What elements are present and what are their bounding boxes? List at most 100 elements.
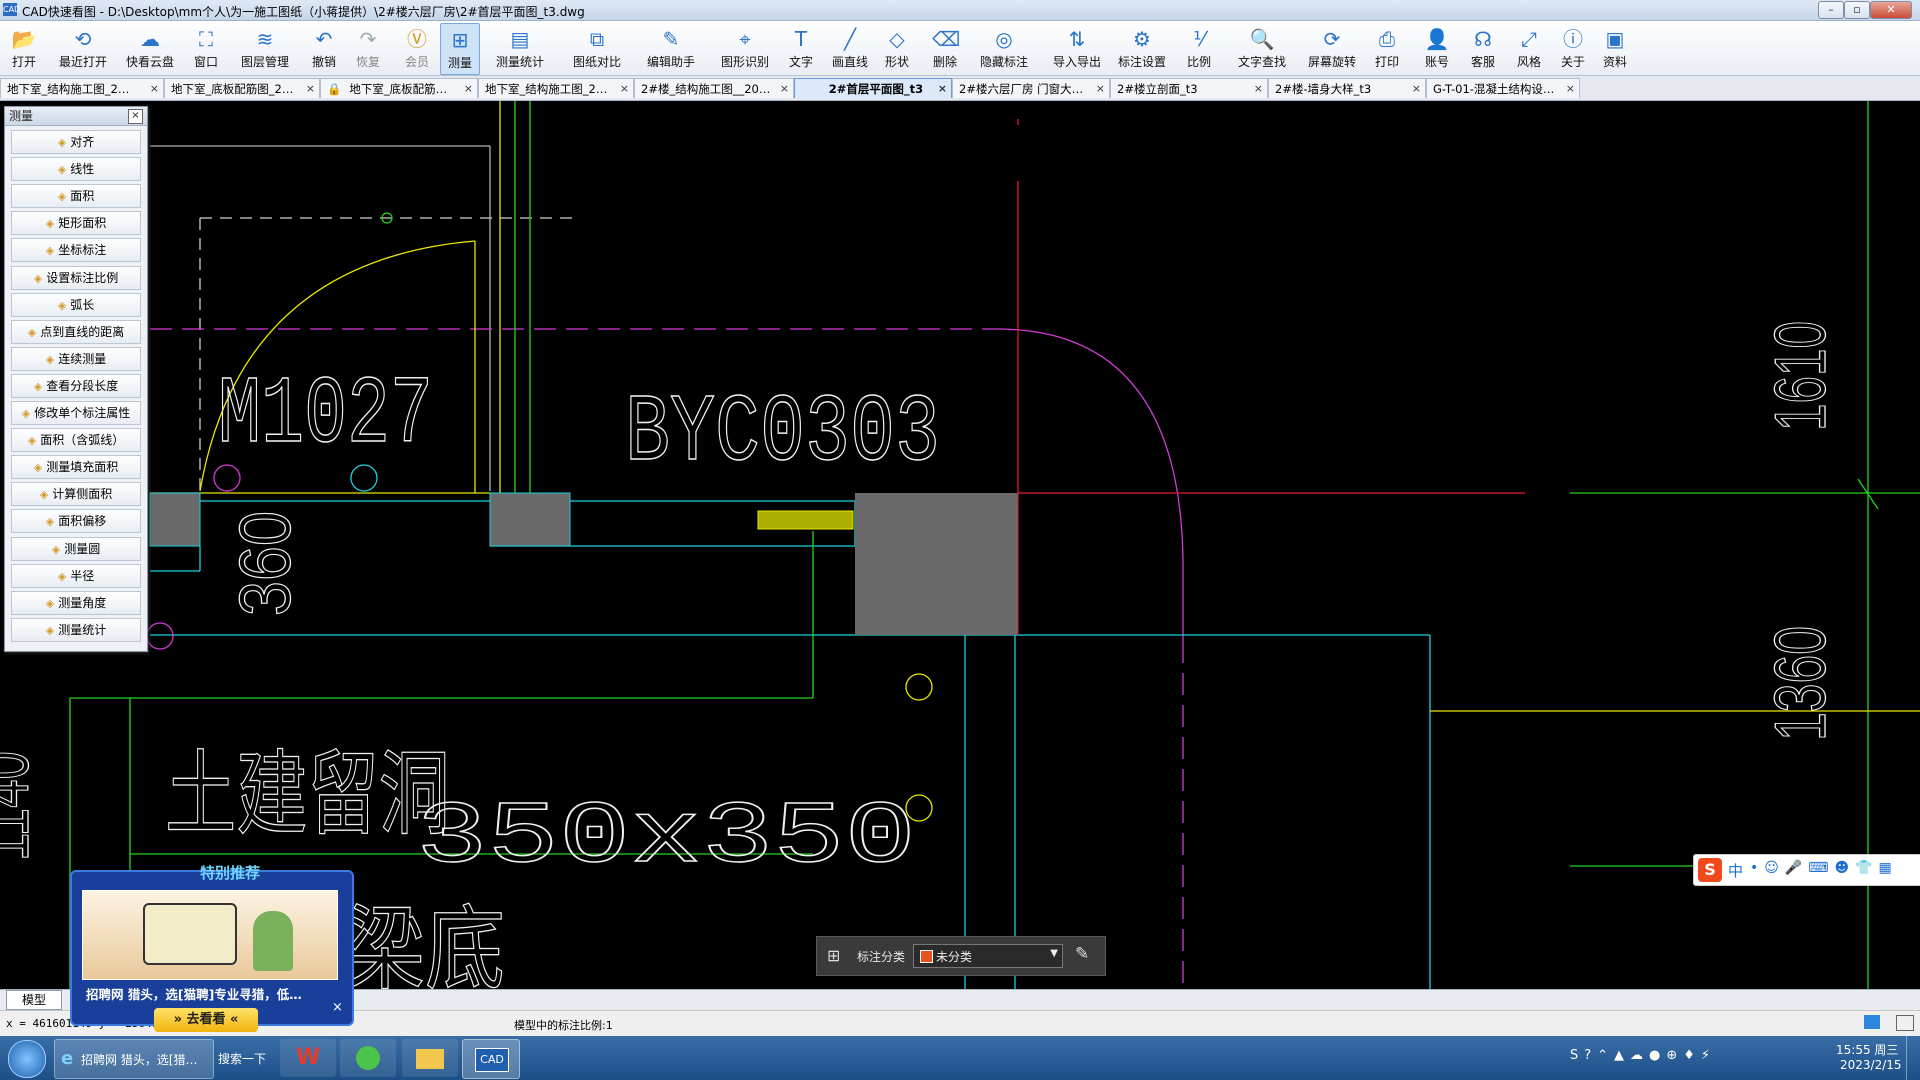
- toolbar-button-8[interactable]: ⊞ 测量: [440, 23, 480, 75]
- tab-6[interactable]: 2#楼六层厂房 门窗大… ×: [952, 78, 1110, 98]
- measure-item-4[interactable]: ◈ 坐标标注: [11, 238, 141, 263]
- tab-close-icon[interactable]: ×: [1096, 79, 1105, 98]
- toolbar-button-14[interactable]: ╱ 画直线: [828, 23, 872, 73]
- measure-item-9[interactable]: ◈ 查看分段长度: [11, 373, 141, 398]
- tab-close-icon[interactable]: ×: [306, 79, 315, 98]
- toolbar-button-20[interactable]: ⅟ 比例: [1182, 23, 1216, 73]
- tab-close-icon[interactable]: ×: [1566, 79, 1575, 98]
- toolbar-button-5[interactable]: ↶ 撤销: [308, 23, 340, 73]
- toolbar-button-16[interactable]: ⌫ 删除: [926, 23, 964, 73]
- ime-toolbar[interactable]: S 中 •☺🎤⌨☻👕▦: [1693, 854, 1920, 886]
- measure-item-15[interactable]: ◈ 测量圆: [11, 536, 141, 561]
- measure-item-3[interactable]: ◈ 矩形面积: [11, 211, 141, 236]
- clock-date[interactable]: 2023/2/15: [1840, 1058, 1902, 1072]
- tab-3[interactable]: 地下室_结构施工图_2… ×: [478, 78, 634, 98]
- ad-popup[interactable]: 特别推荐 招聘网 猎头，选[猫聘]专业寻猎，低… » 去看看 « ×: [70, 862, 354, 1040]
- explorer-folder-icon[interactable]: [402, 1039, 458, 1077]
- toolbar-button-21[interactable]: 🔍 文字查找: [1230, 23, 1294, 73]
- status-icon-2[interactable]: [1896, 1015, 1914, 1031]
- maximize-button[interactable]: ▫: [1844, 1, 1870, 19]
- measure-item-2[interactable]: ◈ 面积: [11, 184, 141, 209]
- close-window-button[interactable]: ✕: [1870, 1, 1912, 19]
- minimize-button[interactable]: –: [1818, 1, 1844, 19]
- toolbar-button-26[interactable]: ⤢ 风格: [1512, 23, 1546, 73]
- tab-close-icon[interactable]: ×: [1412, 79, 1421, 98]
- tab-close-icon[interactable]: ×: [938, 79, 947, 98]
- measure-item-5[interactable]: ◈ 设置标注比例: [11, 265, 141, 290]
- tab-5[interactable]: 2#首层平面图_t3 ×: [794, 78, 952, 98]
- model-tab[interactable]: 模型: [6, 990, 62, 1010]
- measure-item-1[interactable]: ◈ 线性: [11, 157, 141, 182]
- measure-item-11[interactable]: ◈ 面积（含弧线）: [11, 428, 141, 453]
- tab-close-icon[interactable]: ×: [464, 79, 473, 98]
- measure-item-17[interactable]: ◈ 测量角度: [11, 590, 141, 615]
- measure-item-13[interactable]: ◈ 计算侧面积: [11, 482, 141, 507]
- tab-close-icon[interactable]: ×: [1254, 79, 1263, 98]
- measure-item-14[interactable]: ◈ 面积偏移: [11, 509, 141, 534]
- clock-time[interactable]: 15:55 周三: [1836, 1041, 1898, 1058]
- toolbar-button-24[interactable]: 👤 账号: [1420, 23, 1454, 73]
- measure-item-8[interactable]: ◈ 连续测量: [11, 346, 141, 371]
- toolbar-button-28[interactable]: ▣ 资料: [1598, 23, 1632, 73]
- ad-go-button[interactable]: » 去看看 «: [154, 1008, 258, 1032]
- tab-0[interactable]: 地下室_结构施工图_2… ×: [0, 78, 164, 98]
- tab-9[interactable]: G-T-01-混凝土结构设… ×: [1426, 78, 1580, 98]
- edit-category-icon[interactable]: ✎: [1075, 944, 1089, 964]
- taskbar-browser-item[interactable]: e 招聘网 猎头，选[猎…: [54, 1039, 214, 1079]
- toolbar-button-1[interactable]: ⟲ 最近打开: [52, 23, 114, 73]
- toolbar-button-15[interactable]: ◇ 形状: [880, 23, 914, 73]
- toolbar-button-4[interactable]: ≋ 图层管理: [234, 23, 296, 73]
- toolbar-button-3[interactable]: ⛶ 窗口: [190, 23, 222, 73]
- browser-360-icon[interactable]: [340, 1039, 396, 1077]
- measure-panel-close-icon[interactable]: ×: [128, 109, 143, 124]
- measure-item-label: 矩形面积: [58, 216, 107, 231]
- measure-item-16[interactable]: ◈ 半径: [11, 563, 141, 588]
- toolbar-button-0[interactable]: 📂 打开: [8, 23, 40, 73]
- start-button[interactable]: [8, 1040, 46, 1078]
- ime-lang[interactable]: 中: [1728, 860, 1743, 881]
- taskbar-search-item[interactable]: 搜索一下: [214, 1039, 276, 1077]
- tab-close-icon[interactable]: ×: [780, 79, 789, 98]
- tab-2[interactable]: 🔒 地下室_底板配筋… ×: [320, 78, 478, 98]
- annotation-category-select[interactable]: 未分类 ▼: [913, 944, 1063, 968]
- measure-item-18[interactable]: ◈ 测量统计: [11, 617, 141, 642]
- ime-tools-icons[interactable]: •☺🎤⌨☻👕▦: [1750, 860, 1898, 876]
- tab-4[interactable]: 2#楼_结构施工图__20… ×: [634, 78, 794, 98]
- tab-close-icon[interactable]: ×: [620, 79, 629, 98]
- status-icon-1[interactable]: [1864, 1015, 1880, 1029]
- toolbar-button-13[interactable]: T 文字: [784, 23, 818, 73]
- toolbar-button-19[interactable]: ⚙ 标注设置: [1112, 23, 1172, 73]
- measure-item-7[interactable]: ◈ 点到直线的距离: [11, 319, 141, 344]
- measure-item-0[interactable]: ◈ 对齐: [11, 130, 141, 154]
- toolbar-button-6[interactable]: ↷ 恢复: [352, 23, 384, 73]
- toolbar-button-27[interactable]: ⓘ 关于: [1556, 23, 1590, 73]
- tab-8[interactable]: 2#楼-墙身大样_t3 ×: [1268, 78, 1426, 98]
- toolbar-button-17[interactable]: ◎ 隐藏标注: [974, 23, 1034, 73]
- measure-item-12[interactable]: ◈ 测量填充面积: [11, 455, 141, 480]
- toolbar-button-2[interactable]: ☁ 快看云盘: [120, 23, 180, 73]
- toolbar-button-9[interactable]: ▤ 测量统计: [490, 23, 550, 73]
- cad-drawing[interactable]: M1027 BYC0303 350x350 360 1610 1360 1140…: [0, 101, 1920, 989]
- grid-icon[interactable]: ⊞: [827, 946, 840, 965]
- toolbar-button-11[interactable]: ✎ 编辑助手: [640, 23, 702, 73]
- toolbar-button-10[interactable]: ⧉ 图纸对比: [566, 23, 628, 73]
- toolbar-button-25[interactable]: ☊ 客服: [1466, 23, 1500, 73]
- toolbar-button-23[interactable]: ⎙ 打印: [1370, 23, 1404, 73]
- toolbar-button-22[interactable]: ⟳ 屏幕旋转: [1300, 23, 1364, 73]
- ad-close-icon[interactable]: ×: [332, 1000, 343, 1015]
- ad-caption[interactable]: 招聘网 猎头，选[猫聘]专业寻猎，低…: [86, 984, 336, 1003]
- cad-app-icon[interactable]: CAD: [462, 1039, 520, 1079]
- toolbar-button-7[interactable]: Ⓥ 会员: [400, 23, 434, 73]
- wps-icon[interactable]: W: [280, 1039, 336, 1077]
- tab-close-icon[interactable]: ×: [150, 79, 159, 98]
- measure-item-6[interactable]: ◈ 弧长: [11, 292, 141, 317]
- tab-label: 地下室_底板配筋图_2…: [171, 82, 294, 96]
- tab-1[interactable]: 地下室_底板配筋图_2… ×: [164, 78, 320, 98]
- show-desktop-button[interactable]: [1906, 1036, 1920, 1080]
- measure-item-10[interactable]: ◈ 修改单个标注属性: [11, 401, 141, 425]
- tray-icons[interactable]: S?⌃▲☁●⊕♦⚡: [1570, 1048, 1716, 1063]
- drawing-canvas[interactable]: M1027 BYC0303 350x350 360 1610 1360 1140…: [0, 101, 1920, 989]
- toolbar-button-12[interactable]: ⌖ 图形识别: [714, 23, 776, 73]
- tab-7[interactable]: 2#楼立剖面_t3 ×: [1110, 78, 1268, 98]
- toolbar-button-18[interactable]: ⇅ 导入导出: [1046, 23, 1108, 73]
